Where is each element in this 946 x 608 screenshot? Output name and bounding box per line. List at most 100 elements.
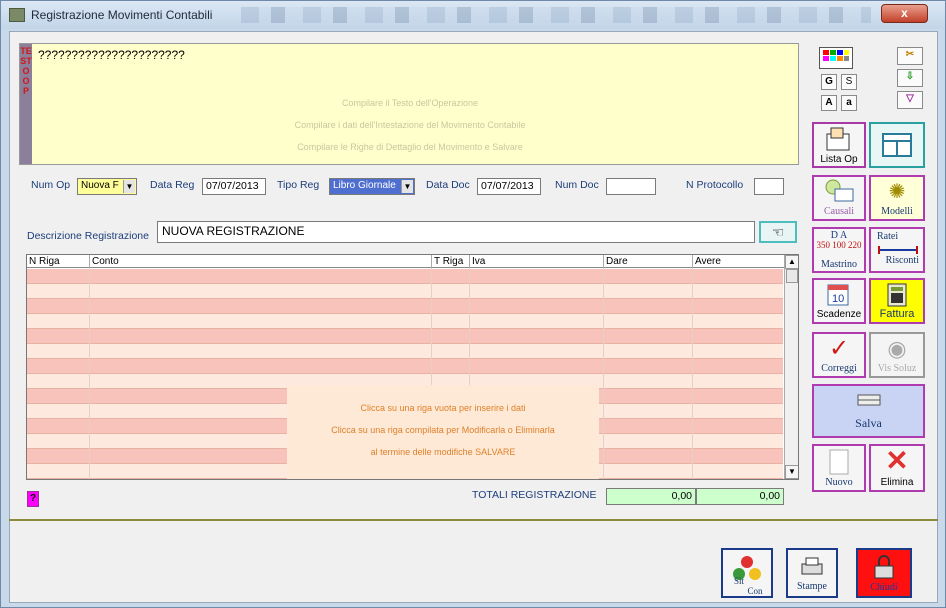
close-button[interactable]: x: [881, 4, 928, 23]
fattura-button[interactable]: Fattura: [869, 278, 925, 324]
layout-window-icon: [882, 133, 912, 157]
elimina-label: Elimina: [880, 477, 914, 488]
grid-hint-3: al termine delle modifiche SALVARE: [370, 447, 516, 457]
table-row[interactable]: [27, 299, 783, 314]
range-icon: [878, 246, 918, 254]
scadenze-label: Scadenze: [816, 309, 862, 320]
table-row[interactable]: [27, 344, 783, 359]
hint-line-2: Compilare i dati dell'Intestazione del M…: [294, 120, 526, 130]
table-row[interactable]: [27, 284, 783, 299]
chiudi-button[interactable]: Chiudi: [856, 548, 912, 598]
calculator-icon: [887, 283, 907, 307]
table-row[interactable]: [27, 314, 783, 329]
table-row[interactable]: [27, 269, 783, 284]
pointing-hand-button[interactable]: ☜: [759, 221, 797, 243]
lista-op-label: Lista Op: [820, 154, 858, 165]
lista-op-button[interactable]: Lista Op: [812, 122, 866, 168]
data-reg-label: Data Reg: [150, 179, 195, 191]
mastrino-nums: 350 100 220: [816, 240, 862, 250]
cut-button[interactable]: ✂: [897, 47, 923, 65]
grid-hint-2: Clicca su una riga compilata per Modific…: [331, 425, 555, 435]
totale-dare: 0,00: [606, 488, 696, 505]
ratei-risconti-button[interactable]: Ratei Risconti: [869, 227, 925, 273]
format-button[interactable]: ▽: [897, 91, 923, 109]
col-n-riga: N Riga: [29, 256, 60, 267]
table-row[interactable]: [27, 359, 783, 374]
paste-button[interactable]: ⇩: [897, 69, 923, 87]
correggi-button[interactable]: ✓ Correggi: [812, 332, 866, 378]
help-button[interactable]: ?: [27, 491, 39, 507]
stampe-label: Stampe: [797, 581, 827, 592]
table-row[interactable]: [27, 329, 783, 344]
scadenze-button[interactable]: 10 Scadenze: [812, 278, 866, 324]
data-doc-field[interactable]: 07/07/2013: [477, 178, 541, 195]
padlock-icon: [874, 555, 894, 579]
nuovo-label: Nuovo: [825, 477, 853, 488]
new-document-icon: [829, 449, 849, 475]
grid-header: N Riga Conto T Riga Iva Dare Avere: [27, 255, 787, 268]
grid-hint-overlay: Clicca su una riga vuota per inserire i …: [287, 385, 599, 479]
chiudi-label: Chiudi: [870, 582, 898, 593]
scroll-down-icon[interactable]: ▼: [785, 465, 798, 479]
causali-icon: [825, 179, 854, 202]
descrizione-field[interactable]: NUOVA REGISTRAZIONE: [157, 221, 755, 243]
n-protocollo-field[interactable]: [754, 178, 784, 195]
grid-divider: [89, 268, 90, 479]
sottolineato-button[interactable]: S: [841, 74, 857, 90]
printer-icon: [801, 557, 823, 575]
sit-con-button[interactable]: Sit Con: [721, 548, 773, 598]
con-label: Con: [747, 586, 763, 596]
title-bar-background: [241, 7, 871, 23]
nuovo-button[interactable]: Nuovo: [812, 444, 866, 492]
num-op-label: Num Op: [31, 179, 71, 191]
hand-document-icon: [826, 127, 850, 151]
window-title: Registrazione Movimenti Contabili: [31, 8, 213, 22]
righe-grid[interactable]: N Riga Conto T Riga Iva Dare Avere Clicc…: [26, 254, 799, 480]
tipo-reg-select[interactable]: Libro Giornale ▼: [329, 178, 415, 195]
salva-label: Salva: [855, 416, 882, 430]
fattura-label: Fattura: [879, 308, 915, 320]
checkmark-icon: ✓: [828, 335, 850, 362]
descrizione-label: Descrizione Registrazione: [27, 230, 149, 242]
totale-avere: 0,00: [696, 488, 784, 505]
stampe-button[interactable]: Stampe: [786, 548, 838, 598]
testo-operazione-area[interactable]: TESTO OP ?????????????????????? Compilar…: [19, 43, 799, 165]
triangle-icon: ▽: [906, 93, 914, 104]
correggi-label: Correggi: [821, 363, 857, 374]
vis-soluz-button[interactable]: ◉ Vis Soluz: [869, 332, 925, 378]
color-grid-icon: [823, 50, 849, 61]
vis-soluz-label: Vis Soluz: [877, 363, 917, 374]
testo-operazione-text[interactable]: ??????????????????????: [38, 48, 185, 62]
scroll-up-icon[interactable]: ▲: [785, 255, 798, 269]
elimina-button[interactable]: ✕ Elimina: [869, 444, 925, 492]
scroll-thumb[interactable]: [786, 269, 798, 283]
chevron-down-icon[interactable]: ▼: [401, 180, 413, 193]
chevron-down-icon[interactable]: ▼: [123, 180, 135, 193]
mastrino-button[interactable]: D A 350 100 220 Mastrino: [812, 227, 866, 273]
grid-divider: [692, 268, 693, 479]
scissors-icon: ✂: [905, 49, 915, 60]
minuscolo-button[interactable]: a: [841, 95, 857, 111]
mastrino-label: Mastrino: [820, 259, 858, 270]
num-op-select[interactable]: Nuova F ▼: [77, 178, 137, 195]
title-bar: Registrazione Movimenti Contabili x: [1, 1, 945, 29]
salva-button[interactable]: Salva: [812, 384, 925, 438]
num-doc-field[interactable]: [606, 178, 656, 195]
struttura-button[interactable]: [869, 122, 925, 168]
tipo-reg-value: Libro Giornale: [333, 180, 396, 191]
risconti-label: Risconti: [885, 255, 919, 266]
causali-button[interactable]: Causali: [812, 175, 866, 221]
maiuscolo-button[interactable]: A: [821, 95, 837, 111]
grid-hint-1: Clicca su una riga vuota per inserire i …: [360, 403, 526, 413]
grid-scrollbar[interactable]: ▲ ▼: [784, 255, 798, 479]
modelli-button[interactable]: ✺ Modelli: [869, 175, 925, 221]
data-reg-field[interactable]: 07/07/2013: [202, 178, 266, 195]
grassetto-button[interactable]: G: [821, 74, 837, 90]
color-palette-button[interactable]: [819, 47, 853, 69]
ratei-label: Ratei: [877, 231, 899, 242]
modelli-label: Modelli: [881, 206, 913, 217]
sit-label: Sit: [733, 576, 744, 586]
calendar-icon: 10: [827, 284, 849, 306]
grid-divider: [603, 268, 604, 479]
main-window: Registrazione Movimenti Contabili x TEST…: [0, 0, 946, 608]
